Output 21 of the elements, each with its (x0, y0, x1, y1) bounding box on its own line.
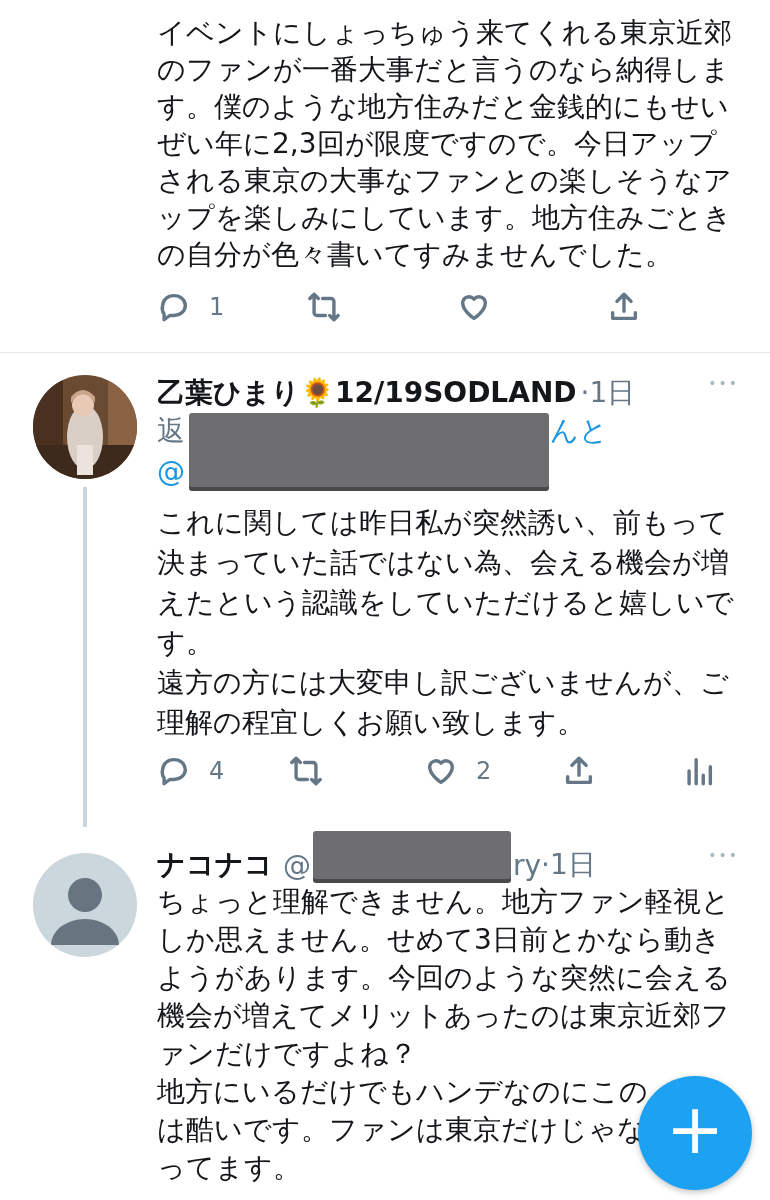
tweet-text: 遠方の方には大変申し訳ございませんが、ご理解の程宜しくお願い致します。 (157, 665, 730, 741)
retweet-icon[interactable] (288, 754, 323, 788)
reply-to-link[interactable]: んと (550, 412, 608, 450)
more-icon[interactable]: ••• (708, 847, 739, 863)
user-name: 乙葉ひまり🌻12/19SODLAND (157, 375, 577, 411)
tweet-time: ·1日 (541, 847, 596, 883)
user-handle[interactable]: @ (157, 454, 185, 488)
user-handle: @ (283, 848, 311, 882)
retweet-icon[interactable] (307, 290, 341, 324)
tweet-time: ·1日 (580, 375, 636, 411)
tweet-text: イベントにしょっちゅう来てくれる東京近郊のファンが一番大事だと言うのなら納得します。僕のような地方住みだと金銭的にもせいぜい年に2,3回が限度ですので。今日アップされる東京の大事なファンとの楽しそうなアップを楽しみにしています。地方住みごときの自分が色々書いてすみませんでした。 (157, 15, 733, 273)
user-name: ナコナコ (157, 847, 273, 883)
tweet-text: ってます。 (157, 1150, 301, 1186)
reply-count: 4 (209, 757, 225, 785)
reply-to-text: 返 (157, 413, 185, 449)
like-count: 2 (476, 757, 492, 785)
more-icon[interactable]: ••• (708, 375, 739, 391)
user-handle: ry (513, 848, 542, 882)
tweet-text: これに関しては昨日私が突然誘い、前もって決まっていた話ではない為、会える機会が増えたという認識をしていただけると嬉しいです。 (157, 505, 735, 661)
tweet-text: ちょっと理解できません。地方ファン軽視としか思えません。せめて3日前とかなら動きようがあります。今回のような突然に会える機会が増えてメリットあったのは東京近郊ファンだけですよね？ (157, 884, 732, 1072)
reply-count: 1 (209, 293, 225, 321)
